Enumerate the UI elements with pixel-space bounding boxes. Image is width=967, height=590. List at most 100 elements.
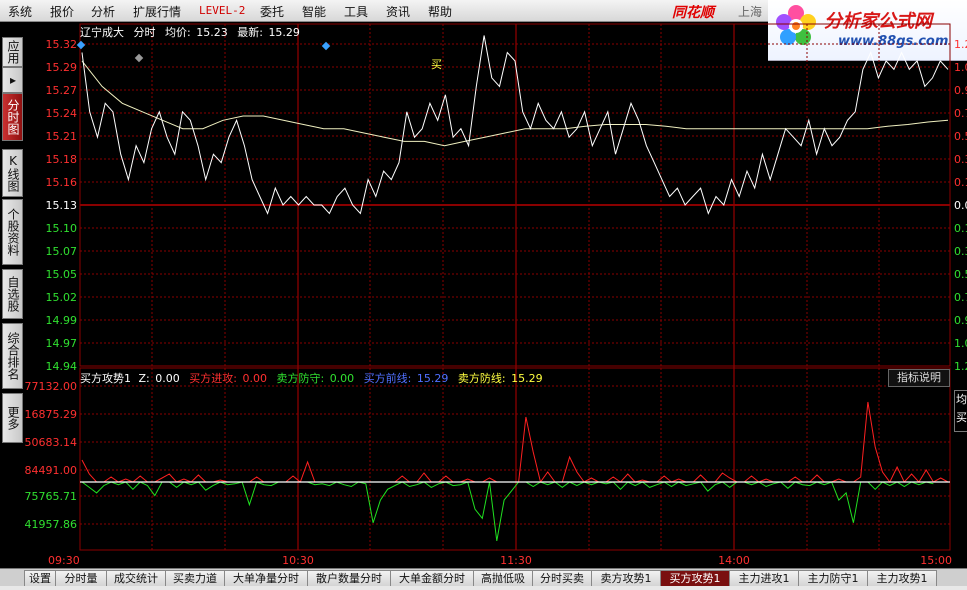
percent-tick-label: 0.55 xyxy=(954,130,967,143)
percent-tick-label: 1.09 xyxy=(954,61,967,74)
indicator-panel-frame xyxy=(79,367,951,551)
bottom-tab-1[interactable]: 设置 xyxy=(24,570,56,587)
indicator-tick-label: 77132.00 xyxy=(25,380,78,393)
buyer-attack-value: 0.00 xyxy=(242,372,267,385)
time-axis: 09:30 10:30 11:30 14:00 15:00 xyxy=(48,554,952,567)
percent-tick-label: 0.91 xyxy=(954,314,967,327)
percent-tick-label: 0.18 xyxy=(954,176,967,189)
diamond-marker-icon xyxy=(76,40,86,50)
bottom-tab-7[interactable]: 大单金额分时 xyxy=(390,570,474,587)
diamond-marker-icon xyxy=(321,41,331,51)
price-tick-label: 14.97 xyxy=(46,337,78,350)
bottom-tab-9[interactable]: 分时买卖 xyxy=(532,570,592,587)
right-panel-stub[interactable]: 均 买 xyxy=(954,390,967,432)
view-mode: 分时 xyxy=(134,26,156,39)
seller-line-label: 卖方防线: xyxy=(458,371,506,385)
time-tick-label: 10:30 xyxy=(282,554,314,567)
price-tick-label: 15.10 xyxy=(46,222,78,235)
time-tick-label: 09:30 xyxy=(48,554,80,567)
percent-tick-label: 0.36 xyxy=(954,153,967,166)
right-stub-buy: 买 xyxy=(956,411,967,424)
indicator-help-button[interactable]: 指标说明 xyxy=(888,369,950,387)
price-tick-label: 15.02 xyxy=(46,291,78,304)
buy-signal-marker: 买 xyxy=(431,58,442,71)
price-axis-right: 1.27 1.09 0.91 0.73 0.55 0.36 0.18 0.00 0.18 0.36… xyxy=(954,38,967,373)
menu-order[interactable]: 委托 xyxy=(260,3,284,20)
price-tick-label: 15.13 xyxy=(46,199,78,212)
intraday-chart[interactable]: 辽宁成大 分时 均价: 15.23 最新: 15.29 15.3215.2915… xyxy=(0,22,967,568)
percent-tick-label: 0.18 xyxy=(954,222,967,235)
bottom-tab-6[interactable]: 散户数量分时 xyxy=(307,570,391,587)
indicator-header: 买方攻势1 Z: 0.00 买方进攻: 0.00 卖方防守: 0.00 买方前线… xyxy=(80,371,543,385)
percent-tick-label: 0.91 xyxy=(954,84,967,97)
menu-smart[interactable]: 智能 xyxy=(302,3,326,20)
price-tick-label: 15.05 xyxy=(46,268,78,281)
bottom-tab-2[interactable]: 分时量 xyxy=(55,570,107,587)
menu-extended-quote[interactable]: 扩展行情 xyxy=(133,3,181,20)
price-tick-label: 15.32 xyxy=(46,38,78,51)
seller-defend-label: 卖方防守: xyxy=(276,371,324,385)
time-tick-label: 14:00 xyxy=(718,554,750,567)
buyer-attack-series xyxy=(81,401,949,484)
chart-grid xyxy=(79,23,951,551)
average-price-line xyxy=(81,60,949,147)
buyer-front-label: 买方前线: xyxy=(364,371,412,385)
indicator-tick-label: 50683.14 xyxy=(25,436,78,449)
menu-help[interactable]: 帮助 xyxy=(428,3,452,20)
bottom-tab-14[interactable]: 主力攻势1 xyxy=(867,570,937,587)
quote-header: 辽宁成大 分时 均价: 15.23 最新: 15.29 xyxy=(80,25,300,39)
price-tick-label: 15.16 xyxy=(46,176,78,189)
percent-tick-label: 0.00 xyxy=(954,199,967,212)
price-tick-label: 15.21 xyxy=(46,130,78,143)
bottom-tab-11[interactable]: 买方攻势1 xyxy=(660,570,730,587)
bottom-tab-13[interactable]: 主力防守1 xyxy=(798,570,868,587)
menu-tools[interactable]: 工具 xyxy=(344,3,368,20)
bottom-tab-3[interactable]: 成交统计 xyxy=(106,570,166,587)
svg-text:辽宁成大 分时 均价:: 辽宁成大 分时 均价: 15.23 最新: 15.29 xyxy=(80,25,300,39)
price-axis-left: 15.32 15.29 15.27 15.24 15.21 15.18 15.16 15.13… xyxy=(46,38,78,373)
price-tick-label: 14.94 xyxy=(46,360,78,373)
buyer-front-value: 15.29 xyxy=(417,372,449,385)
price-panel-frame xyxy=(79,23,951,367)
buyer-attack-label: 买方进攻: xyxy=(189,371,237,385)
diamond-marker-icon xyxy=(134,53,144,63)
menu-system[interactable]: 系统 xyxy=(8,3,32,20)
percent-tick-label: 0.36 xyxy=(954,245,967,258)
indicator-tab-bar: 设置 分时量 成交统计 买卖力道 大单净量分时 散户数量分时 大单金额分时 高抛低吸 分时买卖卖… xyxy=(0,568,967,587)
seller-defend-value: 0.00 xyxy=(330,372,355,385)
indicator-tick-label: 16875.29 xyxy=(25,408,78,421)
bottom-tab-10[interactable]: 卖方攻势1 xyxy=(591,570,661,587)
price-tick-label: 15.27 xyxy=(46,84,78,97)
app-logo: 同花顺 xyxy=(672,5,714,21)
bottom-tab-8[interactable]: 高抛低吸 xyxy=(473,570,533,587)
price-tick-label: 15.29 xyxy=(46,61,78,74)
percent-tick-label: 0.73 xyxy=(954,291,967,304)
percent-tick-label: 1.27 xyxy=(954,360,967,373)
menu-quote[interactable]: 报价 xyxy=(50,3,74,20)
menu-news[interactable]: 资讯 xyxy=(386,3,410,20)
time-tick-label: 11:30 xyxy=(500,554,532,567)
price-tick-label: 15.18 xyxy=(46,153,78,166)
avg-price-value: 15.23 xyxy=(196,26,228,39)
price-tick-label: 15.24 xyxy=(46,107,78,120)
seller-line-value: 15.29 xyxy=(511,372,543,385)
menu-analysis[interactable]: 分析 xyxy=(91,3,115,20)
z-label: Z: xyxy=(139,372,150,385)
status-strip xyxy=(0,586,967,590)
indicator-axis: 77132.00 16875.29 50683.14 84491.00 75765.71… xyxy=(25,380,78,531)
percent-tick-label: 1.09 xyxy=(954,337,967,350)
svg-text:买方攻势1 Z: 0.00: 买方攻势1 Z: 0.00 买方进攻: 0.00 卖方防守: 0.00 买方前线… xyxy=(80,371,543,385)
indicator-tick-label: 41957.86 xyxy=(25,518,78,531)
last-price-value: 15.29 xyxy=(268,26,300,39)
bottom-tab-4[interactable]: 买卖力道 xyxy=(165,570,225,587)
percent-tick-label: 0.73 xyxy=(954,107,967,120)
avg-price-label: 均价: xyxy=(165,26,191,39)
bottom-tab-12[interactable]: 主力进攻1 xyxy=(729,570,799,587)
indicator-tick-label: 84491.00 xyxy=(25,464,78,477)
bottom-tab-5[interactable]: 大单净量分时 xyxy=(224,570,308,587)
right-stub-avg: 均 xyxy=(956,393,967,406)
stock-name: 辽宁成大 xyxy=(80,25,124,39)
price-tick-label: 15.07 xyxy=(46,245,78,258)
indicator-name: 买方攻势1 xyxy=(80,371,131,385)
menu-level2[interactable]: LEVEL-2 xyxy=(199,4,245,17)
